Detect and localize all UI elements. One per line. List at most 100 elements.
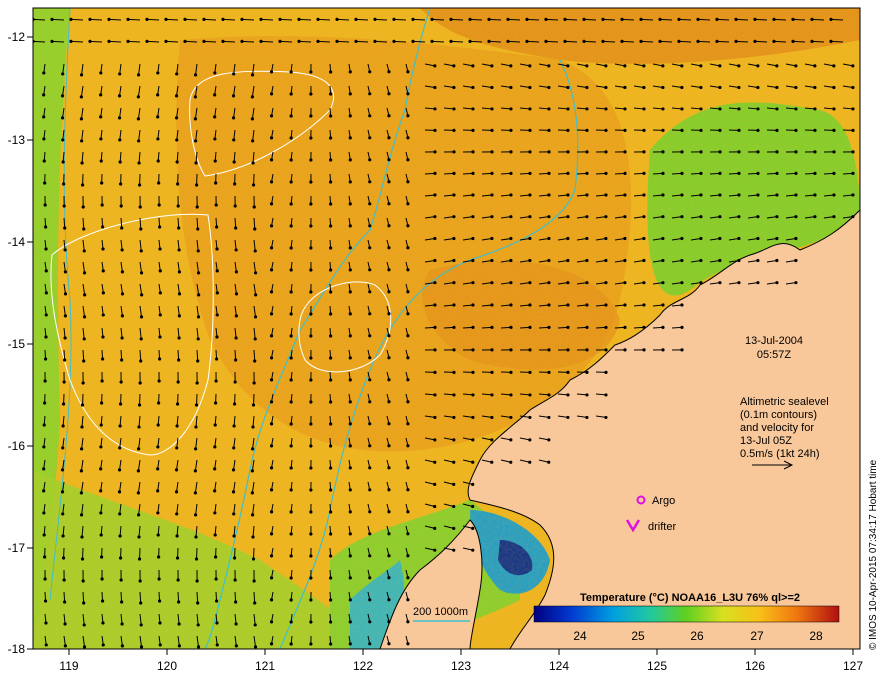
velocity-arrow-head bbox=[623, 281, 627, 285]
velocity-arrow bbox=[196, 591, 199, 604]
velocity-arrow-head bbox=[202, 17, 206, 22]
velocity-arrow-head bbox=[433, 128, 437, 132]
velocity-arrow-head bbox=[289, 642, 293, 646]
velocity-arrow-head bbox=[756, 107, 760, 111]
velocity-arrow-head bbox=[509, 393, 513, 397]
velocity-arrow-head bbox=[61, 72, 65, 76]
velocity-arrow-head bbox=[528, 348, 532, 352]
velocity-arrow-head bbox=[490, 85, 494, 90]
velocity-arrow-head bbox=[63, 644, 67, 648]
velocity-arrow-head bbox=[99, 71, 103, 75]
velocity-arrow-head bbox=[368, 136, 372, 140]
velocity-arrow-head bbox=[309, 246, 313, 250]
velocity-arrow-head bbox=[120, 270, 125, 274]
velocity-arrow-head bbox=[623, 150, 627, 154]
time-label: 05:57Z bbox=[757, 349, 792, 361]
velocity-arrow-head bbox=[387, 246, 391, 250]
velocity-arrow-head bbox=[566, 370, 570, 374]
velocity-arrow-head bbox=[406, 114, 410, 118]
velocity-arrow-head bbox=[43, 555, 47, 559]
velocity-arrow bbox=[754, 18, 768, 21]
velocity-arrow-head bbox=[851, 107, 855, 111]
velocity-arrow-head bbox=[525, 39, 529, 44]
velocity-arrow-head bbox=[368, 466, 372, 470]
velocity-arrow-head bbox=[452, 460, 456, 464]
velocity-arrow-head bbox=[156, 93, 160, 97]
velocity-arrow-head bbox=[528, 303, 532, 307]
velocity-arrow bbox=[165, 18, 179, 21]
velocity-arrow-head bbox=[234, 248, 238, 252]
velocity-arrow-head bbox=[253, 249, 257, 253]
velocity-arrow-head bbox=[139, 645, 144, 649]
velocity-arrow-head bbox=[509, 85, 513, 90]
velocity-arrow-head bbox=[528, 128, 532, 132]
velocity-arrow-head bbox=[528, 370, 532, 374]
velocity-arrow-head bbox=[213, 159, 217, 163]
velocity-arrow-head bbox=[737, 128, 741, 132]
velocity-arrow-head bbox=[775, 107, 779, 111]
velocity-arrow-head bbox=[289, 576, 293, 580]
velocity-arrow-head bbox=[251, 161, 255, 165]
velocity-arrow-head bbox=[309, 510, 313, 514]
velocity-arrow-head bbox=[250, 491, 254, 495]
velocity-arrow-head bbox=[250, 117, 254, 121]
velocity-arrow-head bbox=[269, 444, 274, 448]
velocity-arrow-head bbox=[194, 557, 199, 561]
velocity-arrow bbox=[317, 40, 331, 43]
velocity-arrow-head bbox=[196, 645, 201, 649]
velocity-arrow-head bbox=[368, 92, 372, 96]
velocity-arrow-head bbox=[175, 160, 179, 164]
velocity-arrow-head bbox=[118, 160, 122, 164]
velocity-arrow-head bbox=[756, 64, 760, 68]
velocity-arrow-head bbox=[528, 460, 532, 464]
velocity-arrow-head bbox=[42, 159, 46, 163]
lat-tick-label: -15 bbox=[8, 337, 26, 351]
velocity-arrow bbox=[431, 40, 445, 43]
velocity-arrow-head bbox=[348, 312, 352, 316]
velocity-arrow-head bbox=[63, 314, 67, 318]
velocity-arrow-head bbox=[329, 136, 333, 140]
velocity-arrow-head bbox=[194, 447, 198, 451]
velocity-arrow-head bbox=[680, 236, 684, 241]
velocity-arrow-head bbox=[756, 258, 760, 263]
velocity-arrow-head bbox=[411, 17, 415, 22]
velocity-arrow-head bbox=[289, 268, 293, 272]
lon-tick-label: 122 bbox=[353, 659, 373, 673]
velocity-arrow-head bbox=[234, 622, 238, 626]
velocity-arrow-head bbox=[737, 236, 741, 241]
velocity-arrow-head bbox=[471, 370, 475, 374]
velocity-arrow-head bbox=[406, 554, 410, 558]
velocity-arrow-head bbox=[50, 39, 54, 44]
velocity-arrow-head bbox=[309, 576, 313, 580]
velocity-arrow-head bbox=[215, 335, 219, 339]
velocity-arrow-head bbox=[528, 393, 532, 397]
velocity-arrow-head bbox=[233, 578, 237, 582]
velocity-arrow-head bbox=[269, 554, 274, 558]
velocity-arrow-head bbox=[329, 444, 333, 448]
velocity-arrow-head bbox=[661, 258, 665, 263]
velocity-arrow-head bbox=[240, 39, 244, 44]
velocity-arrow-head bbox=[44, 335, 48, 339]
velocity-arrow-head bbox=[289, 114, 293, 118]
velocity-arrow-head bbox=[137, 161, 141, 165]
velocity-arrow-head bbox=[80, 425, 84, 429]
velocity-arrow-head bbox=[61, 556, 66, 560]
velocity-arrow-head bbox=[213, 533, 217, 537]
velocity-arrow-head bbox=[118, 424, 122, 428]
velocity-arrow-head bbox=[680, 150, 684, 154]
velocity-arrow-head bbox=[509, 236, 513, 241]
velocity-arrow bbox=[412, 40, 426, 43]
velocity-arrow-head bbox=[348, 114, 352, 118]
velocity-arrow-head bbox=[387, 114, 391, 118]
velocity-arrow-head bbox=[156, 489, 160, 493]
velocity-arrow-head bbox=[309, 180, 313, 184]
velocity-arrow-head bbox=[677, 39, 681, 44]
velocity-arrow-head bbox=[699, 281, 703, 285]
velocity-arrow-head bbox=[368, 180, 372, 184]
lat-tick-label: -12 bbox=[8, 30, 26, 44]
velocity-arrow-head bbox=[406, 158, 410, 162]
velocity-arrow-head bbox=[387, 290, 391, 294]
velocity-arrow-head bbox=[101, 291, 105, 295]
velocity-arrow-head bbox=[316, 17, 320, 22]
velocity-arrow-head bbox=[718, 193, 722, 197]
